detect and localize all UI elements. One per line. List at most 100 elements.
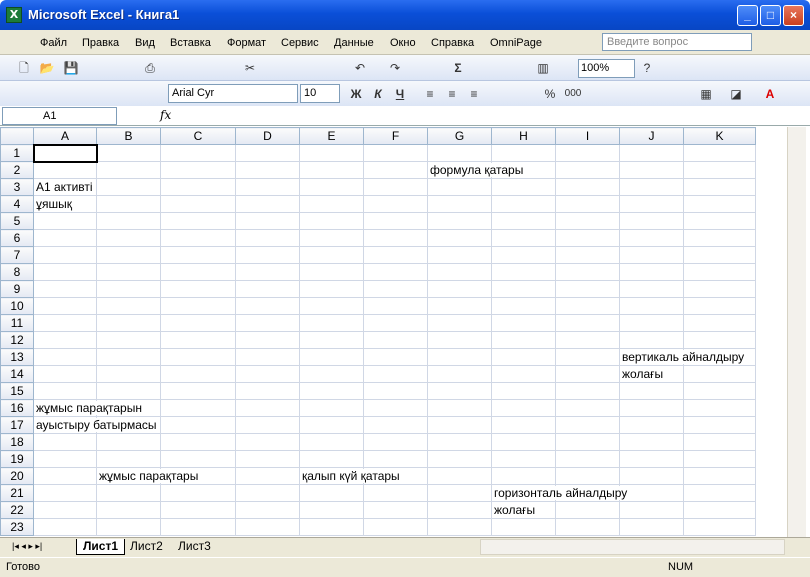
menu-data[interactable]: Данные: [334, 37, 374, 49]
cell-h12[interactable]: [491, 331, 556, 349]
cell-i4[interactable]: [555, 195, 620, 213]
cell-c13[interactable]: [160, 348, 236, 366]
underline-button[interactable]: Ч: [390, 84, 410, 104]
cell-d8[interactable]: [235, 263, 300, 281]
font-name-select[interactable]: Arial Cyr: [168, 84, 298, 103]
cell-k19[interactable]: [683, 450, 756, 468]
cell-h9[interactable]: [491, 280, 556, 298]
cell-c7[interactable]: [160, 246, 236, 264]
cell-j19[interactable]: [619, 450, 684, 468]
formula-bar[interactable]: [0, 106, 810, 126]
cell-e4[interactable]: [299, 195, 364, 213]
cell-d7[interactable]: [235, 246, 300, 264]
cell-k23[interactable]: [683, 518, 756, 536]
cell-e14[interactable]: [299, 365, 364, 383]
cell-b20[interactable]: жұмыс парақтары: [96, 467, 199, 485]
cell-j8[interactable]: [619, 263, 684, 281]
cell-f4[interactable]: [363, 195, 428, 213]
cell-k11[interactable]: [683, 314, 756, 332]
cell-c18[interactable]: [160, 433, 236, 451]
cell-g4[interactable]: [427, 195, 492, 213]
cell-h23[interactable]: [491, 518, 556, 536]
cell-g2[interactable]: формула қатары: [427, 161, 524, 179]
cell-c9[interactable]: [160, 280, 236, 298]
cell-a6[interactable]: [33, 229, 97, 247]
cell-d16[interactable]: [235, 399, 300, 417]
cell-e11[interactable]: [299, 314, 364, 332]
cell-e18[interactable]: [299, 433, 364, 451]
cell-g6[interactable]: [427, 229, 492, 247]
cell-h18[interactable]: [491, 433, 556, 451]
cell-i20[interactable]: [555, 467, 620, 485]
cell-j14[interactable]: жолағы: [619, 365, 684, 383]
row-header[interactable]: 6: [0, 229, 34, 247]
menu-format[interactable]: Формат: [227, 37, 266, 49]
cell-h8[interactable]: [491, 263, 556, 281]
row-header[interactable]: 21: [0, 484, 34, 502]
cell-f3[interactable]: [363, 178, 428, 196]
cell-g20[interactable]: [427, 467, 492, 485]
cell-b11[interactable]: [96, 314, 161, 332]
cell-f18[interactable]: [363, 433, 428, 451]
align-center-icon[interactable]: ≡: [442, 84, 462, 104]
cell-f5[interactable]: [363, 212, 428, 230]
menu-tools[interactable]: Сервис: [281, 37, 319, 49]
cell-i16[interactable]: [555, 399, 620, 417]
cell-e20[interactable]: қалып күй қатары: [299, 467, 400, 485]
menu-view[interactable]: Вид: [135, 37, 155, 49]
cell-j20[interactable]: [619, 467, 684, 485]
cell-e9[interactable]: [299, 280, 364, 298]
cell-f6[interactable]: [363, 229, 428, 247]
row-header[interactable]: 5: [0, 212, 34, 230]
cell-i14[interactable]: [555, 365, 620, 383]
cell-h22[interactable]: жолағы: [491, 501, 556, 519]
cell-h3[interactable]: [491, 178, 556, 196]
cell-i11[interactable]: [555, 314, 620, 332]
cell-a18[interactable]: [33, 433, 97, 451]
column-header[interactable]: K: [683, 127, 756, 145]
cell-b3[interactable]: [96, 178, 161, 196]
help-search-input[interactable]: Введите вопрос: [602, 33, 752, 51]
cell-k8[interactable]: [683, 263, 756, 281]
cell-c16[interactable]: [160, 399, 236, 417]
cell-j5[interactable]: [619, 212, 684, 230]
cell-d21[interactable]: [235, 484, 300, 502]
cell-k3[interactable]: [683, 178, 756, 196]
cell-i13[interactable]: [555, 348, 620, 366]
cell-d5[interactable]: [235, 212, 300, 230]
cell-j22[interactable]: [619, 501, 684, 519]
cell-c6[interactable]: [160, 229, 236, 247]
cell-e22[interactable]: [299, 501, 364, 519]
cell-a14[interactable]: [33, 365, 97, 383]
row-header[interactable]: 13: [0, 348, 34, 366]
cell-h13[interactable]: [491, 348, 556, 366]
column-header[interactable]: G: [427, 127, 492, 145]
cell-f22[interactable]: [363, 501, 428, 519]
column-header[interactable]: A: [33, 127, 97, 145]
cell-g13[interactable]: [427, 348, 492, 366]
cell-e23[interactable]: [299, 518, 364, 536]
cell-d13[interactable]: [235, 348, 300, 366]
cell-d17[interactable]: [235, 416, 300, 434]
vertical-scrollbar[interactable]: [787, 127, 806, 537]
cell-e5[interactable]: [299, 212, 364, 230]
open-icon[interactable]: 📂: [37, 58, 57, 78]
cut-icon[interactable]: ✂: [240, 58, 260, 78]
cell-d22[interactable]: [235, 501, 300, 519]
cell-d12[interactable]: [235, 331, 300, 349]
cell-b8[interactable]: [96, 263, 161, 281]
cell-g11[interactable]: [427, 314, 492, 332]
new-icon[interactable]: 🗋: [14, 58, 34, 78]
cell-d23[interactable]: [235, 518, 300, 536]
cell-i8[interactable]: [555, 263, 620, 281]
fx-icon[interactable]: fx: [160, 108, 171, 122]
cell-g23[interactable]: [427, 518, 492, 536]
cell-d6[interactable]: [235, 229, 300, 247]
cell-c19[interactable]: [160, 450, 236, 468]
cell-k1[interactable]: [683, 144, 756, 162]
align-left-icon[interactable]: ≡: [420, 84, 440, 104]
cell-a1[interactable]: [32, 143, 98, 163]
chart-icon[interactable]: ▥: [533, 58, 553, 78]
cell-k18[interactable]: [683, 433, 756, 451]
row-header[interactable]: 18: [0, 433, 34, 451]
